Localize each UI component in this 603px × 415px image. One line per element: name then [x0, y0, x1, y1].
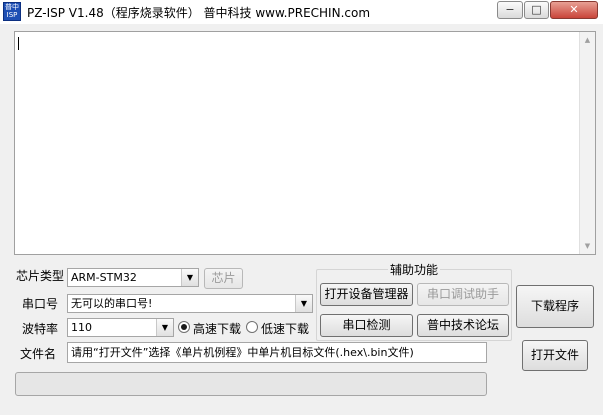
serial-port-value: 无可以的串口号! — [71, 297, 153, 310]
vertical-scrollbar[interactable]: ▲ ▼ — [579, 32, 595, 254]
app-icon-text-top: 普中 — [5, 3, 19, 11]
aux-functions-title: 辅助功能 — [388, 261, 441, 278]
high-speed-label[interactable]: 高速下载 — [193, 320, 241, 337]
maximize-button[interactable]: □ — [524, 1, 549, 19]
minimize-button[interactable]: − — [497, 1, 523, 19]
title-bar: 普中 ISP PZ-ISP V1.48（程序烧录软件） 普中科技 www.PRE… — [0, 0, 603, 24]
serial-port-select[interactable]: 无可以的串口号! ▼ — [67, 294, 313, 313]
serial-assistant-button[interactable]: 串口调试助手 — [417, 283, 509, 306]
dropdown-arrow-icon: ▼ — [181, 269, 198, 286]
dropdown-arrow-icon: ▼ — [295, 295, 312, 312]
window-title: PZ-ISP V1.48（程序烧录软件） 普中科技 www.PRECHIN.co… — [27, 6, 371, 20]
file-path-field[interactable]: 请用“打开文件”选择《单片机例程》中单片机目标文件(.hex\.bin文件) — [67, 342, 487, 363]
forum-button[interactable]: 普中技术论坛 — [417, 314, 509, 337]
low-speed-radio[interactable] — [246, 321, 258, 333]
open-device-manager-button[interactable]: 打开设备管理器 — [320, 283, 413, 306]
baud-rate-label: 波特率 — [22, 322, 59, 336]
download-progress-bar — [15, 372, 487, 396]
serial-detect-button[interactable]: 串口检测 — [320, 314, 413, 337]
chip-type-value: ARM-STM32 — [71, 271, 137, 284]
file-name-label: 文件名 — [20, 347, 57, 361]
baud-rate-value: 110 — [71, 321, 92, 334]
baud-rate-select[interactable]: 110 ▼ — [67, 318, 174, 337]
file-path-hint: 请用“打开文件”选择《单片机例程》中单片机目标文件(.hex\.bin文件) — [71, 346, 414, 359]
serial-port-label: 串口号 — [22, 297, 59, 311]
scroll-up-icon[interactable]: ▲ — [580, 32, 595, 48]
low-speed-label[interactable]: 低速下载 — [261, 320, 309, 337]
scroll-down-icon[interactable]: ▼ — [580, 238, 595, 254]
chip-type-label: 芯片类型 — [16, 269, 65, 283]
chip-type-select[interactable]: ARM-STM32 ▼ — [67, 268, 199, 287]
app-icon-text-bottom: ISP — [6, 11, 18, 19]
log-textarea[interactable]: ▲ ▼ — [14, 31, 596, 255]
close-button[interactable]: ✕ — [550, 1, 598, 19]
app-icon: 普中 ISP — [3, 2, 21, 21]
open-file-button[interactable]: 打开文件 — [522, 340, 588, 371]
dropdown-arrow-icon: ▼ — [156, 319, 173, 336]
chip-button[interactable]: 芯片 — [204, 268, 243, 289]
text-caret — [18, 37, 19, 50]
high-speed-radio[interactable] — [178, 321, 190, 333]
download-program-button[interactable]: 下载程序 — [516, 285, 594, 328]
